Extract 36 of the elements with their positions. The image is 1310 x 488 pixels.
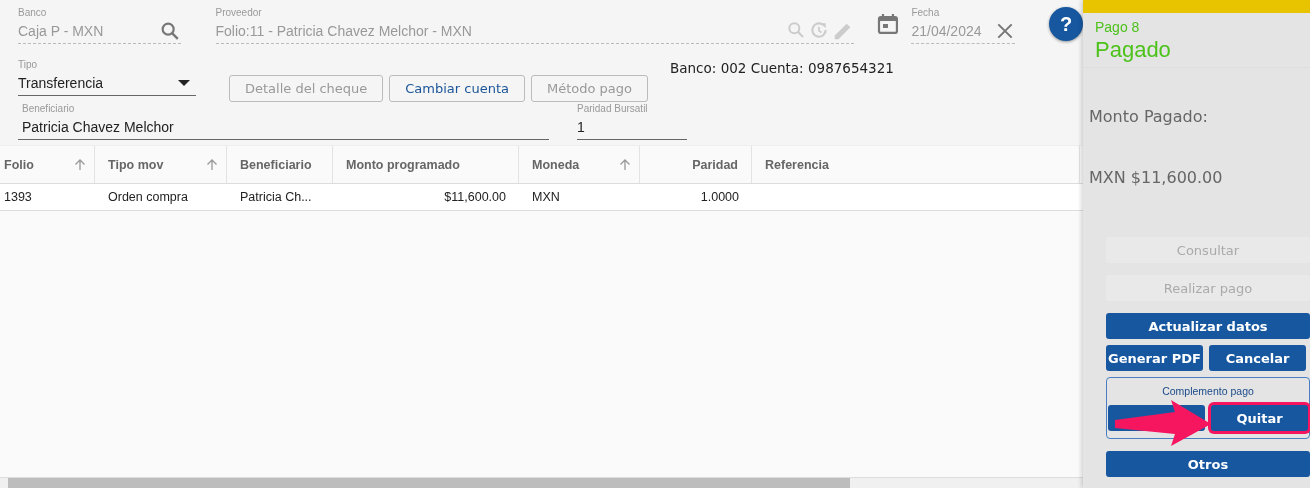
column-header[interactable]: Tipo mov [95, 146, 227, 183]
calendar-icon[interactable] [875, 12, 900, 36]
action-button[interactable]: Generar PDF [1106, 345, 1203, 371]
account-info: Banco: 002 Cuenta: 0987654321 [670, 60, 894, 76]
table-cell: $11,600.00 [444, 190, 506, 204]
amount-label: Monto Pagado: [1089, 107, 1209, 126]
column-header[interactable]: Folio [0, 146, 95, 183]
action-button[interactable]: Actualizar datos [1106, 313, 1310, 339]
amount-value: MXN $11,600.00 [1089, 168, 1224, 187]
column-header[interactable]: Beneficiario [227, 146, 333, 183]
table-cell: MXN [532, 190, 560, 204]
payment-number: Pago 8 [1095, 19, 1141, 35]
column-header[interactable]: Referencia [752, 146, 1080, 183]
parity-field[interactable]: Paridad Bursatil 1 [577, 103, 687, 140]
table-cell: 1.0000 [700, 190, 739, 204]
outline-button[interactable]: Cambiar cuenta [389, 75, 525, 102]
table-cell: Orden compra [108, 190, 188, 204]
table-cell: 1393 [4, 190, 32, 204]
action-button[interactable]: Cancelar [1209, 345, 1306, 371]
dropdown-caret-icon [178, 80, 190, 86]
payment-status: Pagado [1095, 37, 1172, 63]
beneficiary-field[interactable]: Beneficiario Patricia Chavez Melchor [18, 103, 549, 140]
action-button[interactable]: Quitar [1211, 405, 1308, 431]
sort-arrow-icon[interactable] [206, 158, 218, 171]
sort-arrow-icon[interactable] [74, 158, 86, 171]
horizontal-scrollbar[interactable] [0, 478, 1083, 488]
table-cell: Patricia Ch... [240, 190, 312, 204]
column-header[interactable]: Moneda [519, 146, 640, 183]
sort-arrow-icon[interactable] [619, 158, 631, 171]
action-button[interactable]: Otros [1106, 451, 1310, 477]
help-button[interactable]: ? [1049, 7, 1083, 41]
group-title: Complemento pago [1162, 385, 1254, 397]
type-dropdown[interactable]: Tipo Transferencia [18, 59, 196, 96]
history-icon[interactable] [808, 20, 829, 40]
column-header[interactable]: Monto programado [333, 146, 519, 183]
column-header[interactable]: Paridad [640, 146, 752, 183]
